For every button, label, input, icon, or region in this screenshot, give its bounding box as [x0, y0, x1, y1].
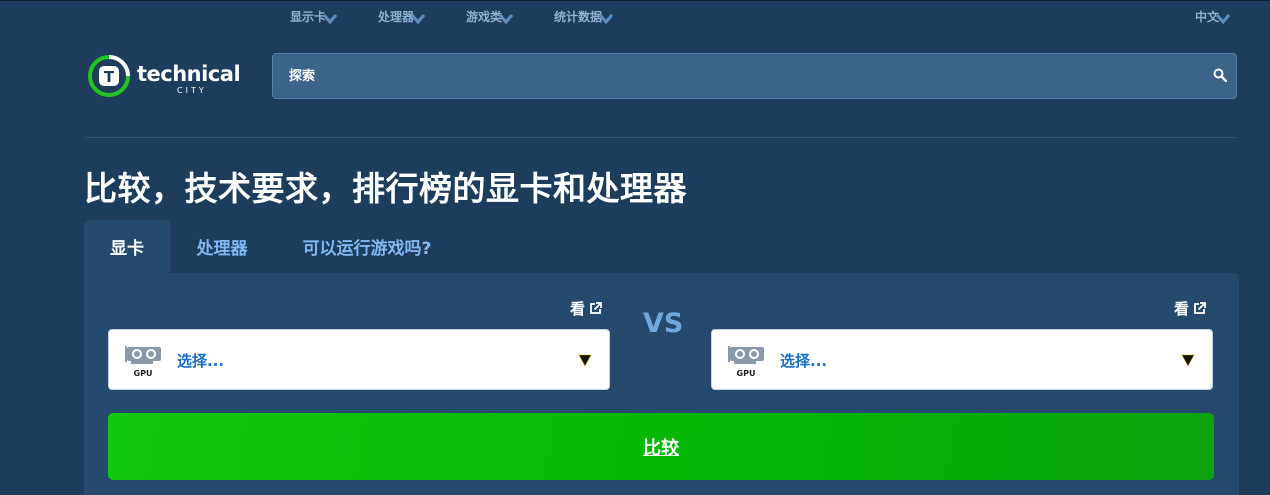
logo-name: technical — [137, 62, 241, 86]
chevron-down-icon — [499, 14, 514, 24]
caret-down-icon — [1181, 354, 1195, 367]
logo-mark-icon: T — [88, 55, 130, 97]
nav-item-stats[interactable]: 统计数据 — [554, 8, 614, 25]
search-bar — [272, 53, 1237, 99]
top-nav: 显示卡 处理器 游戏类 统计数据 中文 — [0, 8, 1270, 30]
compare-button[interactable]: 比较 — [108, 413, 1214, 480]
search-icon[interactable] — [1213, 68, 1227, 82]
tab-can-run-games[interactable]: 可以运行游戏吗? — [286, 220, 448, 273]
logo-subtitle: CITY — [177, 86, 207, 95]
gpu-icon: GPU — [125, 346, 161, 378]
nav-item-cpu[interactable]: 处理器 — [378, 8, 426, 25]
logo-mark-letter: T — [104, 68, 115, 86]
external-link-icon — [590, 302, 602, 314]
view-label: 看 — [570, 300, 586, 318]
nav-item-label: 显示卡 — [290, 10, 327, 24]
tab-gpu[interactable]: 显卡 — [84, 220, 170, 273]
view-right-link[interactable]: 看 — [1174, 298, 1206, 319]
vs-label: VS — [643, 308, 684, 339]
chevron-down-icon — [1216, 14, 1231, 24]
chevron-down-icon — [599, 14, 614, 24]
chevron-down-icon — [411, 14, 426, 24]
language-switcher[interactable]: 中文 — [1195, 8, 1231, 25]
gpu-select-right[interactable]: GPU 选择... — [711, 329, 1213, 390]
nav-item-label: 游戏类 — [466, 10, 503, 24]
nav-item-label: 统计数据 — [554, 10, 603, 24]
gpu-icon-label: GPU — [737, 369, 756, 378]
chevron-down-icon — [323, 14, 338, 24]
nav-item-label: 处理器 — [378, 10, 415, 24]
header-divider — [85, 137, 1237, 138]
top-border — [0, 0, 1270, 1]
external-link-icon — [1194, 302, 1206, 314]
site-logo[interactable]: T technical CITY — [87, 54, 247, 100]
gpu-select-left[interactable]: GPU 选择... — [108, 329, 610, 390]
gpu-icon-label: GPU — [134, 369, 153, 378]
gpu-icon: GPU — [728, 346, 764, 378]
view-label: 看 — [1174, 300, 1190, 318]
page-title: 比较，技术要求，排行榜的显卡和处理器 — [84, 169, 687, 208]
select-value: 选择... — [177, 352, 225, 370]
nav-item-gpu[interactable]: 显示卡 — [290, 8, 338, 25]
tab-cpu[interactable]: 处理器 — [181, 220, 263, 273]
caret-down-icon — [578, 354, 592, 367]
select-value: 选择... — [780, 352, 828, 370]
nav-item-games[interactable]: 游戏类 — [466, 8, 514, 25]
search-input[interactable] — [289, 54, 1189, 98]
view-left-link[interactable]: 看 — [570, 298, 602, 319]
